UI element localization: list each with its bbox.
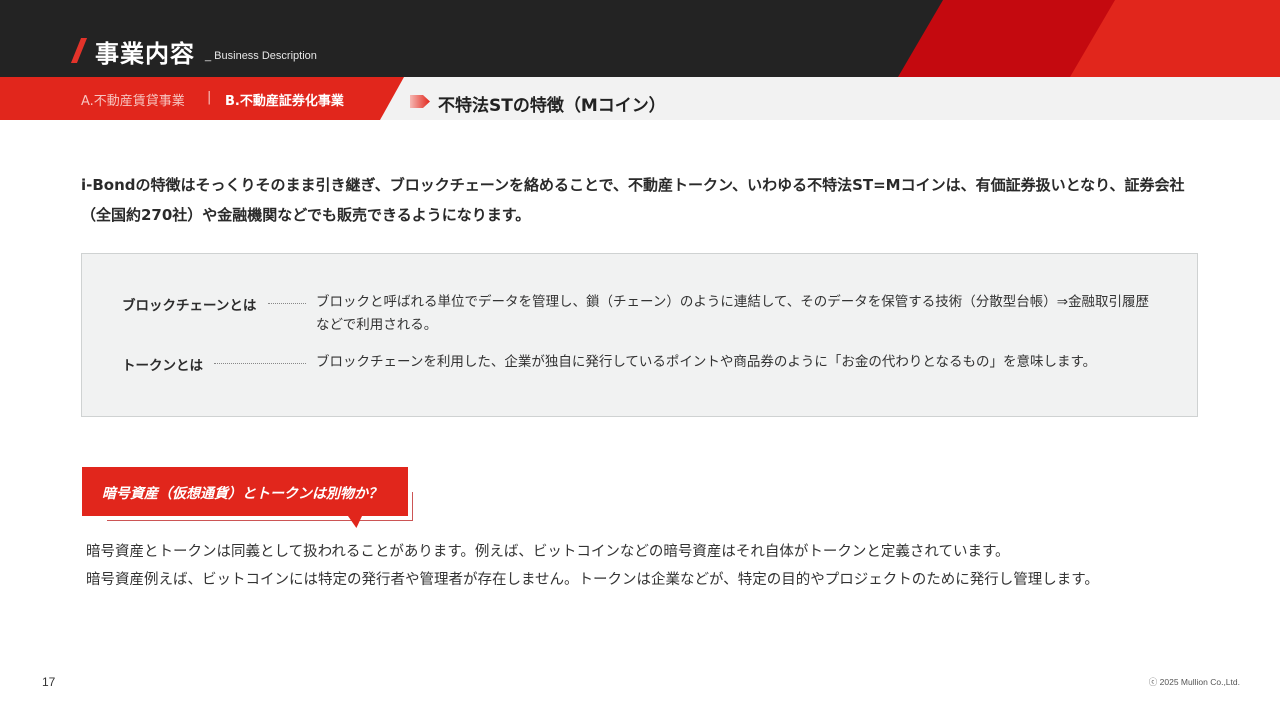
definition-desc-blockchain: ブロックと呼ばれる単位でデータを管理し、鎖（チェーン）のように連結して、そのデー… <box>316 294 1150 333</box>
category-nav: A.不動産賃貸事業 | B.不動産証券化事業 <box>0 77 404 120</box>
header-bar: 事業内容 _ Business Description <box>0 0 1280 77</box>
page-title: 事業内容 <box>95 40 195 68</box>
answer-text: 暗号資産とトークンは同義として扱われることがあります。例えば、ビットコインなどの… <box>86 538 1236 594</box>
answer-line-1: 暗号資産とトークンは同義として扱われることがあります。例えば、ビットコインなどの… <box>86 544 1010 560</box>
definition-term-blockchain: ブロックチェーンとは <box>122 298 257 314</box>
page-subtitle: _ Business Description <box>205 50 317 62</box>
slash-accent-icon <box>70 38 88 63</box>
copyright-notice: ⓒ 2025 Mullion Co.,Ltd. <box>1148 677 1240 687</box>
speech-tail-icon <box>348 516 362 528</box>
question-box: 暗号資産（仮想通貨）とトークンは別物か？ <box>82 467 408 516</box>
definitions-box: ブロックチェーンとは ブロックと呼ばれる単位でデータを管理し、鎖（チェーン）のよ… <box>81 253 1198 417</box>
tab-real-estate-securitization[interactable]: B.不動産証券化事業 <box>225 90 344 109</box>
page-number: 17 <box>42 675 56 689</box>
tab-real-estate-leasing[interactable]: A.不動産賃貸事業 <box>81 90 185 109</box>
section-title: 不特法STの特徴（Mコイン） <box>438 96 666 116</box>
definition-desc-token: ブロックチェーンを利用した、企業が独自に発行しているポイントや商品券のように「お… <box>316 354 1097 370</box>
tab-separator: | <box>207 90 212 105</box>
dotted-leader <box>214 363 306 364</box>
answer-line-2: 暗号資産例えば、ビットコインには特定の発行者や管理者が存在しません。トークンは企… <box>86 572 1099 588</box>
question-label: 暗号資産（仮想通貨）とトークンは別物か？ <box>102 486 382 502</box>
dotted-leader <box>268 303 306 304</box>
definition-term-token: トークンとは <box>122 358 203 374</box>
intro-text: i-Bondの特徴はそっくりそのまま引き継ぎ、ブロックチェーンを絡めることで、不… <box>81 176 1185 224</box>
